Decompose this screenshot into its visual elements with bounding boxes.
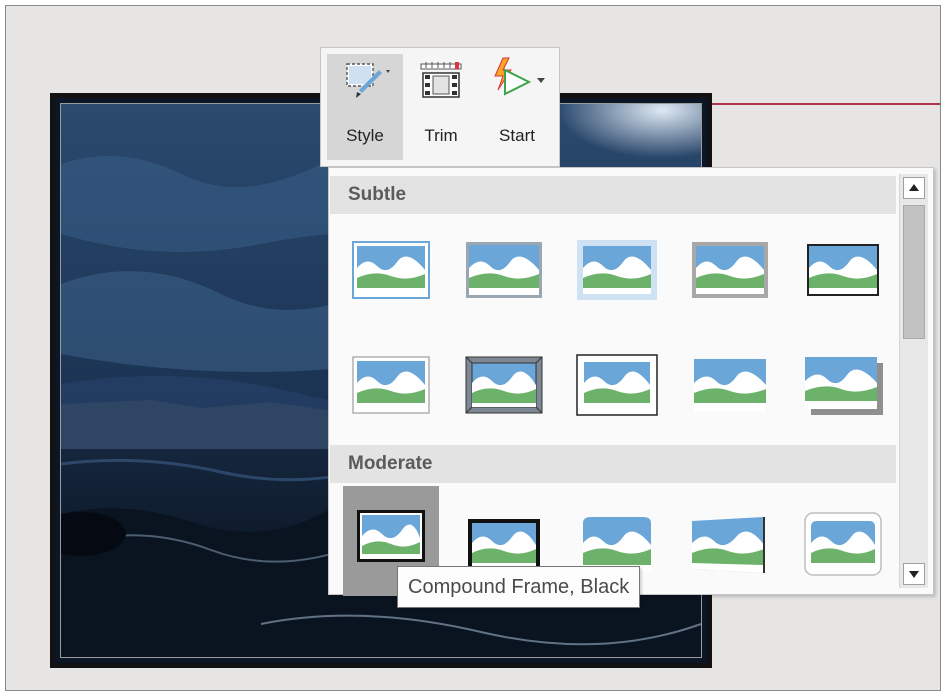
gallery-scrollbar[interactable] [899, 174, 928, 588]
start-button-label: Start [499, 126, 535, 145]
start-playback-icon [481, 56, 553, 102]
style-thumb-subtle-9[interactable] [682, 333, 778, 429]
style-thumb-subtle-4[interactable] [682, 218, 778, 314]
style-thumb-subtle-7[interactable] [456, 333, 552, 429]
scroll-thumb[interactable] [903, 205, 925, 339]
video-style-gallery: Subtle Moderate [328, 167, 934, 596]
video-style-icon [327, 56, 403, 102]
section-header-moderate: Moderate [330, 445, 896, 483]
style-thumb-subtle-5[interactable] [795, 218, 891, 314]
style-thumb-subtle-8[interactable] [569, 333, 665, 429]
style-thumb-moderate-4[interactable] [682, 493, 778, 589]
style-thumb-moderate-5[interactable] [795, 493, 891, 589]
style-button-label: Style [346, 126, 384, 145]
start-button[interactable]: Start [481, 54, 553, 160]
trim-video-icon [409, 56, 473, 102]
trim-button[interactable]: Trim [409, 54, 473, 160]
style-thumb-subtle-1[interactable] [343, 218, 439, 314]
style-button[interactable]: Style [327, 54, 403, 160]
style-thumb-subtle-10[interactable] [795, 333, 891, 429]
style-thumb-subtle-6[interactable] [343, 333, 439, 429]
tooltip: Compound Frame, Black [397, 566, 641, 608]
style-thumb-subtle-3[interactable] [569, 218, 665, 314]
scroll-up-arrow-icon[interactable] [903, 177, 925, 199]
section-header-subtle: Subtle [330, 176, 896, 214]
style-thumb-subtle-2[interactable] [456, 218, 552, 314]
video-mini-toolbar: Style Trim Start [320, 47, 560, 167]
trim-button-label: Trim [424, 126, 458, 145]
scroll-down-arrow-icon[interactable] [903, 563, 925, 585]
